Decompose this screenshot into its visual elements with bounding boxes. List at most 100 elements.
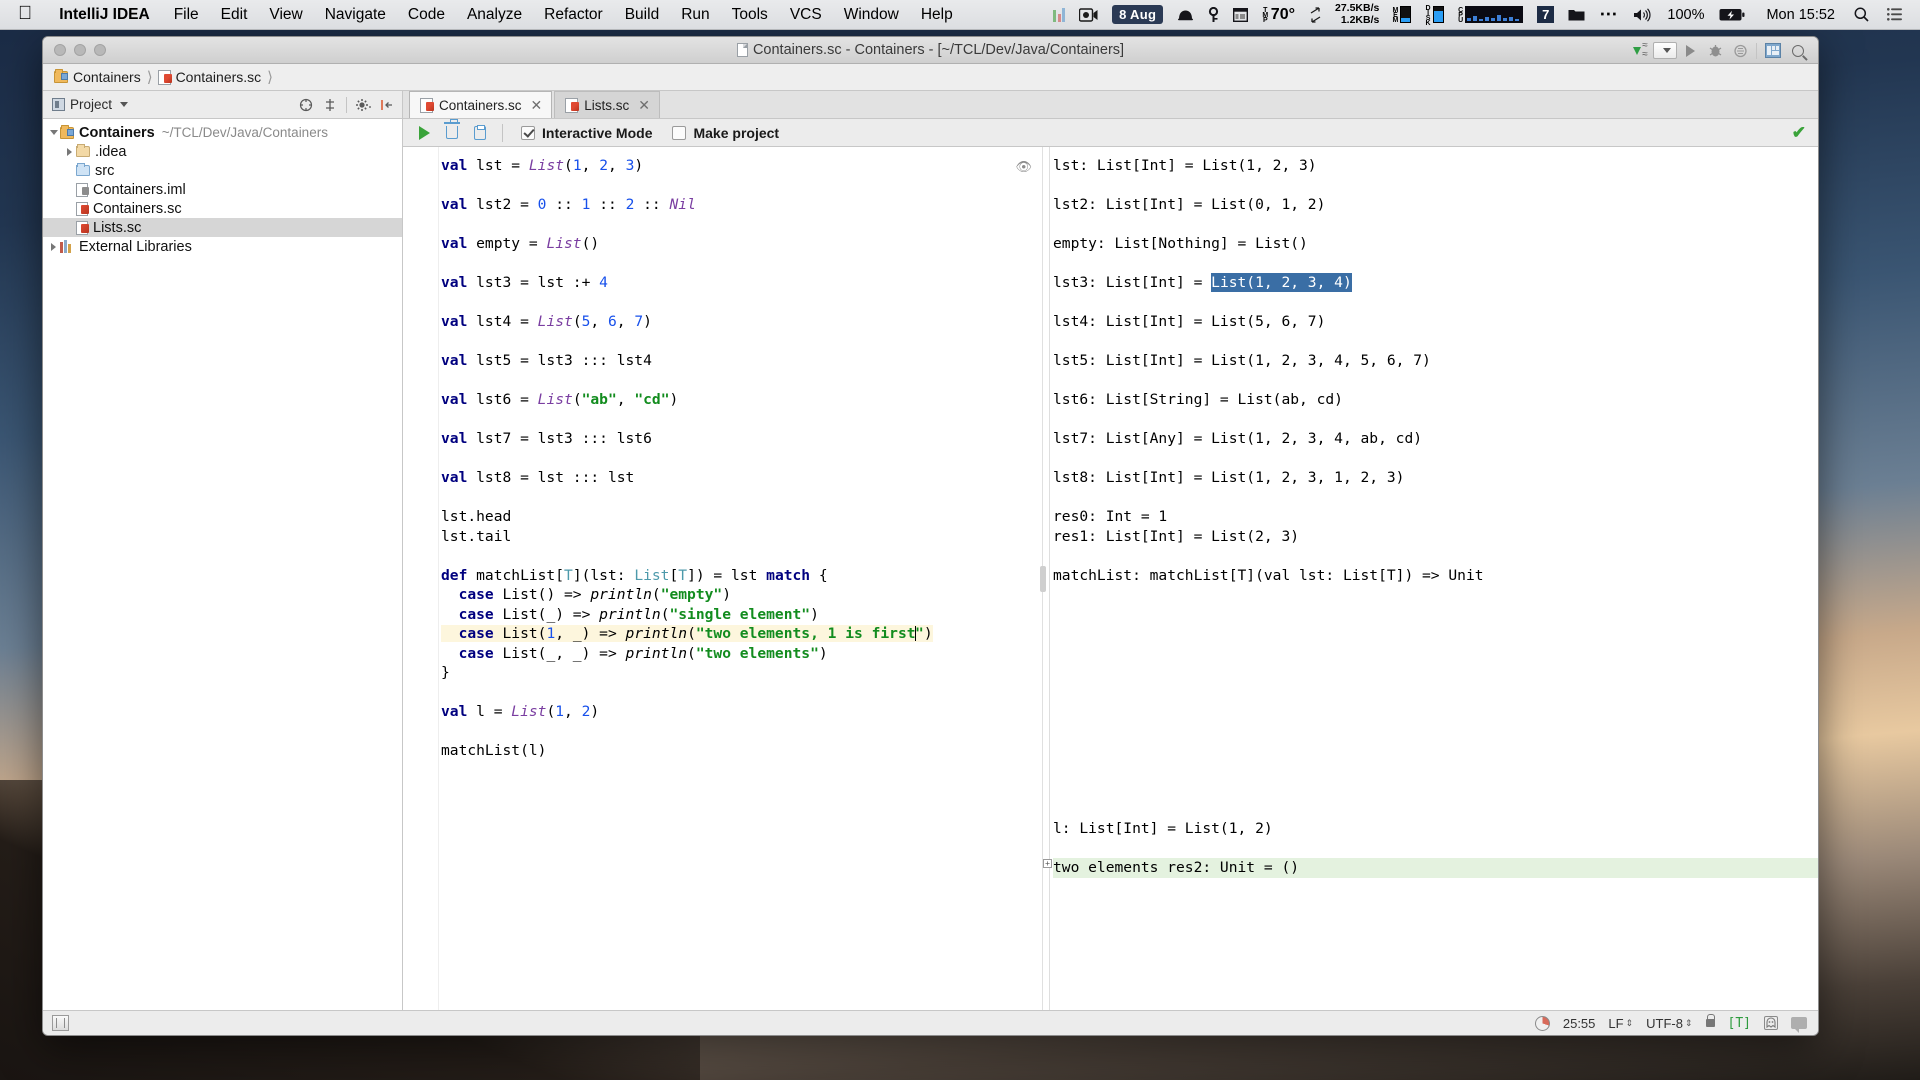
iml-file-icon (76, 182, 89, 197)
line-separator-selector[interactable]: LF ⇕ (1608, 1016, 1633, 1031)
make-project-checkbox[interactable]: Make project (663, 125, 788, 141)
menu-item-code[interactable]: Code (397, 0, 456, 29)
tab-lists-sc[interactable]: Lists.sc ✕ (554, 91, 661, 118)
encoding-selector[interactable]: UTF-8 ⇕ (1646, 1016, 1692, 1031)
console-output-line: + two elements res2: Unit = () (1043, 858, 1818, 878)
disk-meter-icon[interactable]: DISK (1418, 0, 1451, 29)
hide-panel-icon[interactable] (376, 94, 398, 116)
spotlight-search-icon[interactable] (1843, 0, 1880, 29)
checkbox-unchecked-icon[interactable] (672, 125, 687, 140)
apple-logo-icon[interactable]:  (0, 4, 46, 23)
coverage-icon[interactable] (1728, 40, 1752, 62)
notification-icon[interactable] (1791, 1017, 1807, 1033)
result-line-l: l: List[Int] = List(1, 2) (1053, 820, 1273, 837)
tab-containers-sc[interactable]: Containers.sc ✕ (409, 91, 553, 118)
selected-result-value[interactable]: List(1, 2, 3, 4) (1211, 273, 1352, 292)
breadcrumb-item-file[interactable]: Containers.sc (157, 69, 266, 85)
close-tab-icon[interactable]: ✕ (531, 97, 543, 114)
menu-item-view[interactable]: View (258, 0, 313, 29)
tree-item-containers-iml[interactable]: Containers.iml (43, 180, 402, 199)
menu-item-help[interactable]: Help (910, 0, 964, 29)
settings-gear-icon[interactable] (352, 94, 374, 116)
tree-label: .idea (95, 143, 127, 160)
menu-item-navigate[interactable]: Navigate (314, 0, 397, 29)
close-tab-icon[interactable]: ✕ (638, 97, 650, 114)
tree-twisty-collapsed-icon[interactable] (47, 242, 60, 251)
tree-label: Containers.sc (93, 200, 182, 217)
calendar-badge-icon[interactable]: 8 Aug (1105, 0, 1170, 29)
tool-and-tabs-row: Project Containers.sc ✕ Lists.sc ✕ (43, 91, 1818, 119)
menu-item-analyze[interactable]: Analyze (456, 0, 533, 29)
layout-icon[interactable] (1761, 40, 1785, 62)
menu-item-run[interactable]: Run (670, 0, 720, 29)
menu-bar-status-items: 8 Aug TMP 70° 27.5KB/s 1.2KB/s MEM DISK (1046, 0, 1920, 29)
folder-blue-icon (76, 163, 90, 176)
tree-item-lists-sc[interactable]: Lists.sc (43, 218, 402, 237)
bars-icon[interactable] (1046, 0, 1072, 29)
interactive-mode-checkbox[interactable]: Interactive Mode (512, 125, 661, 141)
cpu-graph-icon[interactable]: CPU (1451, 0, 1531, 29)
tree-item-external-libraries[interactable]: External Libraries (43, 237, 402, 256)
menu-item-file[interactable]: File (163, 0, 210, 29)
memory-indicator-icon[interactable] (1534, 1015, 1550, 1031)
tree-label: src (95, 162, 115, 179)
fold-expand-icon[interactable]: + (1043, 859, 1052, 868)
toggle-tool-window-icon[interactable] (52, 1015, 69, 1031)
chevron-down-icon[interactable] (120, 102, 129, 107)
collapse-all-icon[interactable] (295, 94, 317, 116)
volume-icon[interactable] (1626, 0, 1659, 29)
code-editor-pane[interactable]: 👁 val lst = List(1, 2, 3) val lst2 = 0 :… (403, 147, 1043, 1010)
run-icon[interactable] (1678, 40, 1702, 62)
tree-item-idea[interactable]: .idea (43, 142, 402, 161)
menu-item-tools[interactable]: Tools (721, 0, 779, 29)
tree-item-containers-sc[interactable]: Containers.sc (43, 199, 402, 218)
menu-item-vcs[interactable]: VCS (779, 0, 833, 29)
search-everywhere-icon[interactable] (1786, 40, 1810, 62)
ghost-icon[interactable] (1764, 1016, 1778, 1030)
menu-item-refactor[interactable]: Refactor (533, 0, 614, 29)
key-icon[interactable] (1201, 0, 1226, 29)
tree-twisty-expanded-icon[interactable] (47, 130, 60, 135)
menu-item-app-name[interactable]: IntelliJ IDEA (46, 0, 162, 29)
inspection-ok-icon: ✔ (1791, 122, 1806, 142)
lock-icon[interactable] (1705, 1014, 1716, 1027)
editor-gutter[interactable] (403, 147, 439, 1010)
line-separator-label: LF (1608, 1015, 1624, 1031)
window-icon[interactable] (1226, 0, 1255, 29)
tree-twisty-collapsed-icon[interactable] (63, 147, 76, 156)
tree-item-src[interactable]: src (43, 161, 402, 180)
camera-icon[interactable] (1072, 0, 1105, 29)
menu-bar-left:  IntelliJ IDEA File Edit View Navigate … (0, 0, 964, 29)
menu-item-window[interactable]: Window (833, 0, 910, 29)
clock-text[interactable]: Mon 15:52 (1752, 7, 1843, 23)
menu-item-build[interactable]: Build (614, 0, 670, 29)
copy-icon[interactable] (467, 121, 493, 145)
update-project-icon[interactable]: ≈ ≈ (1628, 40, 1652, 62)
target-icon[interactable] (319, 94, 341, 116)
worksheet-results-pane[interactable]: lst: List[Int] = List(1, 2, 3) lst2: Lis… (1043, 147, 1818, 1010)
breadcrumb-item-project[interactable]: Containers (54, 69, 145, 85)
mem-meter-icon[interactable]: MEM (1385, 0, 1418, 29)
make-project-label: Make project (693, 124, 780, 141)
trash-icon[interactable] (439, 119, 465, 145)
run-config-dropdown[interactable] (1653, 40, 1677, 62)
folder-icon[interactable] (1561, 0, 1592, 29)
menu-item-edit[interactable]: Edit (210, 0, 259, 29)
seven-badge-icon[interactable]: 7 (1530, 0, 1561, 29)
checkbox-checked-icon[interactable] (521, 125, 535, 140)
caret-position[interactable]: 25:55 (1563, 1016, 1596, 1031)
run-play-icon[interactable] (411, 121, 437, 145)
debug-icon[interactable] (1703, 40, 1727, 62)
indent-badge[interactable]: [T] (1728, 1016, 1751, 1031)
project-tool-label[interactable]: Project (52, 97, 129, 112)
temperature-text: 70° (1270, 5, 1295, 23)
source-code[interactable]: val lst = List(1, 2, 3) val lst2 = 0 :: … (441, 156, 1042, 1010)
thermometer-icon: TMP 70° (1261, 5, 1295, 23)
bell-icon[interactable] (1170, 0, 1201, 29)
cpu-label: CPU (1457, 7, 1465, 22)
ellipsis-icon[interactable]: ⋯ (1592, 0, 1626, 29)
pane-split-handle[interactable] (1040, 565, 1046, 592)
battery-icon[interactable] (1712, 0, 1752, 29)
tree-item-containers[interactable]: Containers ~/TCL/Dev/Java/Containers (43, 123, 402, 142)
control-center-icon[interactable] (1880, 0, 1910, 29)
